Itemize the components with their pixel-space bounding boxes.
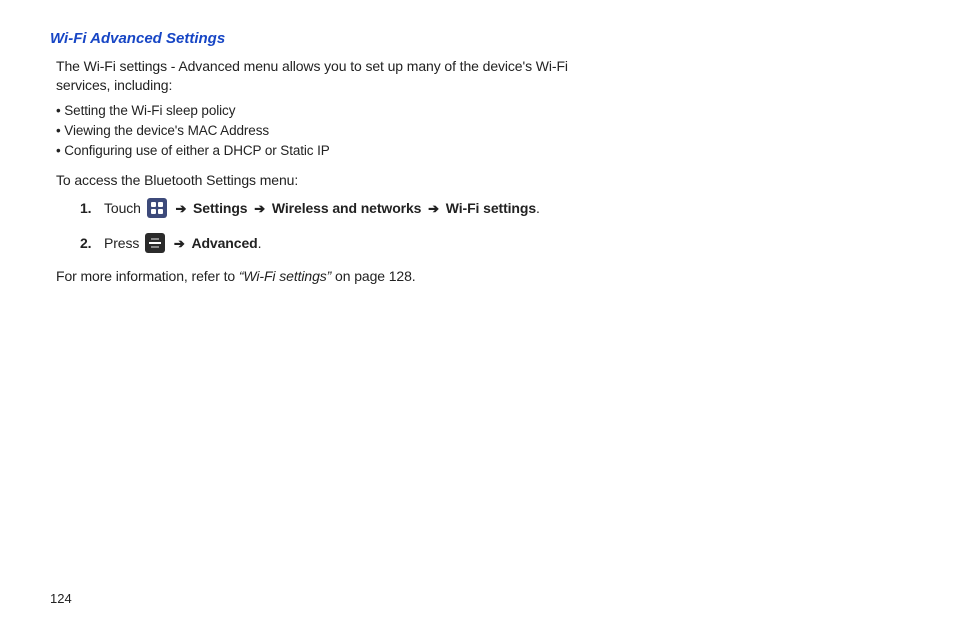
bullet-item: • Setting the Wi-Fi sleep policy [56, 101, 610, 121]
step-2: 2. Press ➔ Advanced. [80, 233, 610, 254]
arrow-icon: ➔ [175, 201, 186, 216]
step-1: 1. Touch ➔ Settings ➔ Wireless and netwo… [80, 198, 610, 219]
intro-paragraph: The Wi-Fi settings - Advanced menu allow… [56, 57, 610, 95]
arrow-icon: ➔ [428, 201, 439, 216]
access-instruction: To access the Bluetooth Settings menu: [56, 172, 610, 188]
step-text-touch: Touch [104, 200, 145, 216]
settings-label: Settings [193, 200, 247, 216]
period: . [536, 200, 540, 216]
arrow-icon: ➔ [254, 201, 265, 216]
arrow-icon: ➔ [174, 236, 185, 251]
step-number: 2. [80, 233, 104, 254]
wireless-label: Wireless and networks [272, 200, 422, 216]
more-info-prefix: For more information, refer to [56, 268, 239, 284]
section-title: Wi-Fi Advanced Settings [50, 30, 610, 47]
document-content: Wi-Fi Advanced Settings The Wi-Fi settin… [50, 30, 610, 284]
ordered-steps: 1. Touch ➔ Settings ➔ Wireless and netwo… [80, 198, 610, 255]
advanced-label: Advanced [191, 235, 257, 251]
more-info-reference: “Wi-Fi settings” [239, 268, 335, 284]
bullet-list: • Setting the Wi-Fi sleep policy • Viewi… [56, 101, 610, 162]
page-number: 124 [50, 591, 72, 606]
menu-bars-icon [145, 233, 165, 253]
step-number: 1. [80, 198, 104, 219]
period: . [258, 235, 262, 251]
more-info-suffix: on page 128. [335, 268, 416, 284]
step-body: Touch ➔ Settings ➔ Wireless and networks… [104, 198, 610, 219]
wifi-settings-label: Wi-Fi settings [446, 200, 536, 216]
apps-grid-icon [147, 198, 167, 218]
more-info-line: For more information, refer to “Wi-Fi se… [56, 268, 610, 284]
section-title-text: Wi-Fi Advanced Settings [50, 30, 225, 47]
step-text-press: Press [104, 235, 143, 251]
bullet-item: • Configuring use of either a DHCP or St… [56, 141, 610, 161]
step-body: Press ➔ Advanced. [104, 233, 610, 254]
bullet-item: • Viewing the device's MAC Address [56, 121, 610, 141]
